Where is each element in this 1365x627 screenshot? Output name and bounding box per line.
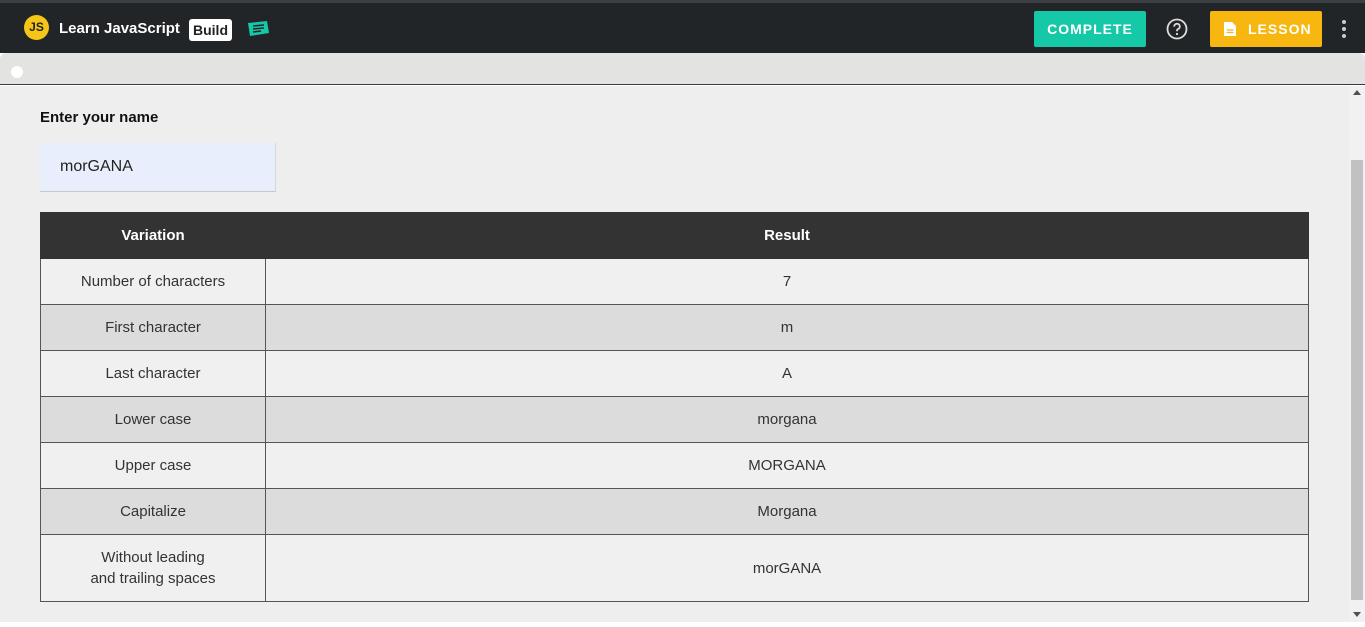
vertical-ellipsis-icon[interactable] (1338, 19, 1350, 39)
table-header-row: Variation Result (40, 212, 1309, 259)
table-row: Upper case MORGANA (40, 442, 1309, 489)
lesson-button[interactable]: LESSON (1210, 11, 1322, 47)
scroll-thumb[interactable] (1351, 160, 1363, 600)
table-row: Last character A (40, 350, 1309, 397)
variation-line: Without leading (101, 549, 205, 566)
variation-cell: Upper case (40, 442, 266, 489)
name-label: Enter your name (40, 109, 159, 126)
complete-button[interactable]: COMPLETE (1034, 11, 1146, 47)
variation-header: Variation (40, 212, 266, 259)
table-row: Without leading and trailing spaces morG… (40, 534, 1309, 602)
build-badge: Build (189, 19, 232, 41)
result-header: Result (265, 212, 1309, 259)
variation-cell: First character (40, 304, 266, 351)
result-cell: A (265, 350, 1309, 397)
variation-cell: Lower case (40, 396, 266, 443)
question-circle-icon[interactable] (1166, 18, 1188, 40)
variation-cell: Without leading and trailing spaces (40, 534, 266, 602)
document-icon (1224, 22, 1236, 36)
preview-dot (11, 66, 23, 78)
variation-cell: Last character (40, 350, 266, 397)
name-input[interactable] (40, 143, 276, 192)
variation-cell: Number of characters (40, 258, 266, 305)
results-table: Variation Result Number of characters 7 … (40, 212, 1309, 602)
ticket-icon[interactable] (246, 20, 270, 38)
top-bar: JS Learn JavaScript Build COMPLETE LESSO… (0, 0, 1365, 53)
table-row: Number of characters 7 (40, 258, 1309, 305)
result-cell: morGANA (265, 534, 1309, 602)
table-row: Lower case morgana (40, 396, 1309, 443)
scroll-down-arrow-icon[interactable] (1353, 612, 1361, 617)
result-cell: Morgana (265, 488, 1309, 535)
result-cell: 7 (265, 258, 1309, 305)
app-title: Learn JavaScript (59, 20, 180, 37)
table-row: Capitalize Morgana (40, 488, 1309, 535)
table-row: First character m (40, 304, 1309, 351)
bottom-strip (0, 622, 1365, 627)
scroll-up-arrow-icon[interactable] (1353, 90, 1361, 95)
result-cell: MORGANA (265, 442, 1309, 489)
lesson-label: LESSON (1248, 21, 1312, 37)
variation-cell: Capitalize (40, 488, 266, 535)
variation-line: and trailing spaces (90, 570, 216, 587)
preview-bar (0, 53, 1365, 85)
js-logo: JS (24, 15, 49, 40)
vertical-scrollbar[interactable] (1349, 86, 1365, 622)
preview-content: Enter your name Variation Result Number … (0, 86, 1349, 622)
result-cell: m (265, 304, 1309, 351)
result-cell: morgana (265, 396, 1309, 443)
